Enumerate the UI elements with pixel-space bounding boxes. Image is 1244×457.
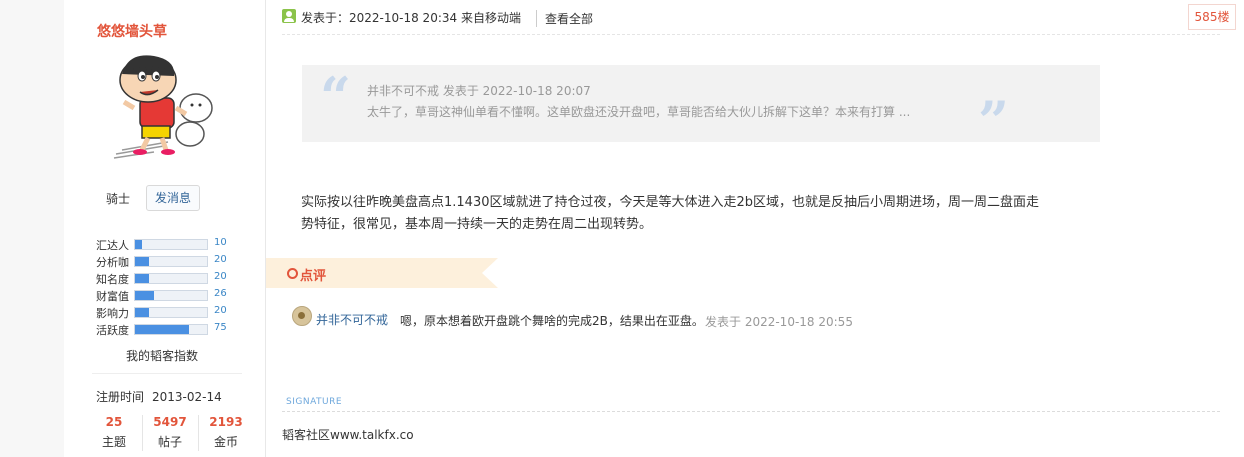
my-index-link[interactable]: 我的韬客指数 (126, 347, 198, 364)
count-number: 5497 (153, 415, 187, 429)
register-label: 注册时间 (96, 390, 145, 404)
quote-open-icon: “ (320, 65, 352, 129)
comments-title: 点评 (300, 269, 327, 284)
stat-bar-fill (135, 240, 143, 249)
stat-label: 知名度 (96, 273, 129, 286)
stat-bar (134, 307, 208, 318)
stat-value: 10 (214, 237, 227, 248)
commenter-name[interactable]: 并非不可不戒 (316, 311, 388, 328)
author-sidebar: 悠悠墙头草 骑士 发消息 汇达人 10 分析咖 20 知名度 20 财富值 26… (64, 0, 266, 457)
stat-row: 知名度 20 (96, 270, 246, 287)
comment-text: 嗯，原本想着欧开盘跳个舞啥的完成2B，结果出在亚盘。 (400, 314, 704, 328)
comment-time: 发表于 2022-10-18 20:55 (705, 315, 853, 329)
post-content-line: 势特征，很常见，基本周一持续一天的走势在周二出现转势。 (301, 217, 653, 232)
stat-bar-fill (135, 308, 150, 317)
signature-divider (282, 411, 1220, 412)
floor-number[interactable]: 585楼 (1188, 4, 1236, 30)
stat-value: 20 (214, 254, 227, 265)
user-counts: 25 主题 5497 帖子 2193 金币 (86, 411, 254, 457)
coins-count[interactable]: 2193 金币 (198, 411, 254, 450)
comments-header: 点评 (266, 258, 498, 288)
stat-label: 影响力 (96, 307, 129, 320)
cartoon-avatar-icon (113, 55, 213, 159)
sidebar-divider (92, 373, 242, 374)
stat-row: 影响力 20 (96, 304, 246, 321)
stat-label: 汇达人 (96, 239, 129, 252)
signature-text: 韬客社区www.talkfx.co (282, 428, 414, 442)
stat-label: 活跃度 (96, 324, 129, 337)
stat-bar-fill (135, 291, 154, 300)
count-number: 25 (105, 415, 123, 429)
left-gutter (0, 0, 64, 457)
post-main: 发表于：2022-10-18 20:34 来自移动端 查看全部 585楼 “ 并… (266, 0, 1244, 457)
stat-row: 财富值 26 (96, 287, 246, 304)
post-content-line: 实际按以往昨晚美盘高点1.1430区域就进了持仓过夜，今天是等大体进入走2b区域… (301, 195, 1040, 210)
send-message-button[interactable]: 发消息 (146, 185, 200, 211)
stat-value: 26 (214, 288, 227, 299)
user-stats: 汇达人 10 分析咖 20 知名度 20 财富值 26 影响力 20 活跃度 7… (96, 236, 246, 338)
quote-close-icon: ” (978, 89, 1010, 153)
quote-meta: 并非不可不戒 发表于 2022-10-18 20:07 (367, 84, 591, 98)
stat-bar (134, 256, 208, 267)
quote-text: 太牛了，草哥这神仙单看不懂啊。这单欧盘还没开盘吧，草哥能否给大伙儿拆解下这单？本… (367, 105, 911, 119)
post-content: 实际按以往昨晚美盘高点1.1430区域就进了持仓过夜，今天是等大体进入走2b区域… (301, 192, 1101, 236)
count-label: 帖子 (157, 435, 182, 449)
stat-bar (134, 324, 208, 335)
view-all-link[interactable]: 查看全部 (536, 10, 593, 27)
stat-bar (134, 273, 208, 284)
stat-value: 20 (214, 271, 227, 282)
online-user-icon (282, 9, 296, 23)
signature-label: SIGNATURE (286, 397, 343, 407)
stat-bar (134, 290, 208, 301)
circle-icon (287, 268, 298, 279)
author-username[interactable]: 悠悠墙头草 (97, 21, 167, 41)
stat-bar-fill (135, 257, 150, 266)
stat-value: 75 (214, 322, 227, 333)
stat-row: 活跃度 75 (96, 321, 246, 338)
posts-count[interactable]: 5497 帖子 (142, 411, 198, 450)
stat-bar-fill (135, 325, 189, 334)
count-label: 主题 (101, 435, 126, 449)
register-date: 2013-02-14 (152, 390, 222, 404)
stat-row: 汇达人 10 (96, 236, 246, 253)
post-header: 发表于：2022-10-18 20:34 来自移动端 查看全部 585楼 (282, 0, 1236, 35)
commenter-avatar[interactable] (292, 306, 312, 326)
stat-bar (134, 239, 208, 250)
topics-count[interactable]: 25 主题 (86, 411, 142, 450)
stat-value: 20 (214, 305, 227, 316)
stat-bar-fill (135, 274, 150, 283)
stat-row: 分析咖 20 (96, 253, 246, 270)
author-avatar[interactable] (104, 50, 224, 160)
count-number: 2193 (209, 415, 243, 429)
post-time: 发表于：2022-10-18 20:34 来自移动端 (301, 11, 521, 25)
stat-label: 分析咖 (96, 256, 129, 269)
stat-label: 财富值 (96, 290, 129, 303)
user-rank: 骑士 (106, 192, 131, 206)
count-label: 金币 (213, 435, 238, 449)
quote-block: “ 并非不可不戒 发表于 2022-10-18 20:07 太牛了，草哥这神仙单… (302, 65, 1100, 153)
register-info: 注册时间 2013-02-14 (96, 388, 222, 405)
